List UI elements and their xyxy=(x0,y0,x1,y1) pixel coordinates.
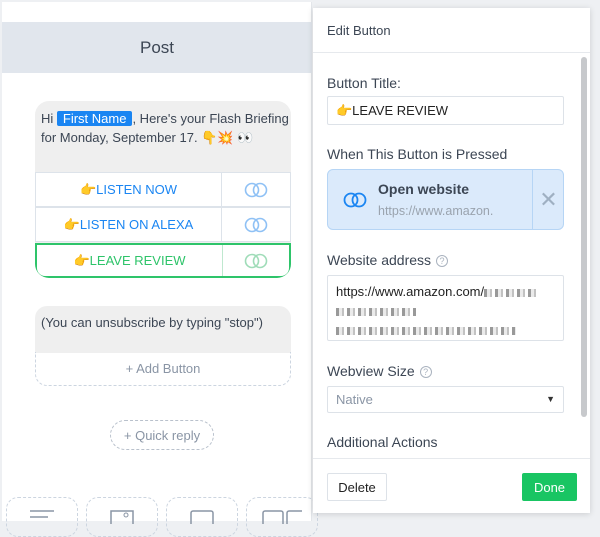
add-card-tile[interactable] xyxy=(166,497,238,537)
button-label[interactable]: 👉LEAVE REVIEW xyxy=(37,245,223,276)
quick-reply-button[interactable]: + Quick reply xyxy=(110,420,214,450)
webview-size-select[interactable]: Native ▼ xyxy=(327,386,564,413)
message-bubble[interactable]: (You can unsubscribe by typing "stop") xyxy=(35,306,291,353)
remove-action-close-icon[interactable]: ✕ xyxy=(532,170,564,229)
panel-footer: Delete Done xyxy=(313,458,590,513)
card-icon xyxy=(190,510,214,524)
message-bubble[interactable]: Hi First Name, Here's your Flash Briefin… xyxy=(35,101,291,278)
dropdown-arrow-icon: ▼ xyxy=(546,394,555,404)
redacted-text xyxy=(484,288,537,297)
message-button-selected[interactable]: 👉LEAVE REVIEW xyxy=(35,243,291,278)
pressed-label: When This Button is Pressed xyxy=(327,146,508,162)
first-name-variable[interactable]: First Name xyxy=(56,111,133,126)
link-icon[interactable] xyxy=(223,245,289,276)
button-title-input[interactable]: 👉LEAVE REVIEW xyxy=(327,96,564,125)
message-button[interactable]: 👉LISTEN ON ALEXA xyxy=(35,207,291,242)
button-label[interactable]: 👉LISTEN NOW xyxy=(36,173,222,206)
action-title: Open website xyxy=(378,181,470,197)
text-icon xyxy=(30,510,54,518)
message-button[interactable]: 👉LISTEN NOW xyxy=(35,172,291,207)
link-icon[interactable] xyxy=(222,173,290,206)
open-website-action[interactable]: Open website https://www.amazon. ✕ xyxy=(327,169,564,230)
website-address-label: Website address? xyxy=(327,252,449,268)
additional-actions-label: Additional Actions xyxy=(327,434,438,450)
post-title: Post xyxy=(2,22,312,73)
link-icon xyxy=(343,192,367,208)
scrollbar[interactable] xyxy=(581,57,587,417)
add-image-tile[interactable] xyxy=(86,497,158,537)
edit-button-panel: Edit Button Button Title: 👉LEAVE REVIEW … xyxy=(313,8,590,513)
help-icon[interactable]: ? xyxy=(436,255,449,267)
add-text-tile[interactable] xyxy=(6,497,78,537)
redacted-text xyxy=(336,326,516,335)
panel-title: Edit Button xyxy=(313,8,590,53)
done-button[interactable]: Done xyxy=(522,473,577,501)
button-title-label: Button Title: xyxy=(327,75,401,91)
action-url: https://www.amazon. xyxy=(378,204,494,218)
image-icon xyxy=(110,510,134,524)
gallery-icon xyxy=(262,510,302,524)
webview-size-label: Webview Size? xyxy=(327,363,432,379)
website-address-input[interactable]: https://www.amazon.com/ xyxy=(327,275,564,341)
message-text[interactable]: Hi First Name, Here's your Flash Briefin… xyxy=(41,109,289,147)
button-label[interactable]: 👉LISTEN ON ALEXA xyxy=(36,208,222,241)
add-button[interactable]: + Add Button xyxy=(35,352,291,386)
link-icon[interactable] xyxy=(222,208,290,241)
redacted-text xyxy=(336,307,416,316)
delete-button[interactable]: Delete xyxy=(327,473,387,501)
help-icon[interactable]: ? xyxy=(419,366,432,378)
add-gallery-tile[interactable] xyxy=(246,497,318,537)
